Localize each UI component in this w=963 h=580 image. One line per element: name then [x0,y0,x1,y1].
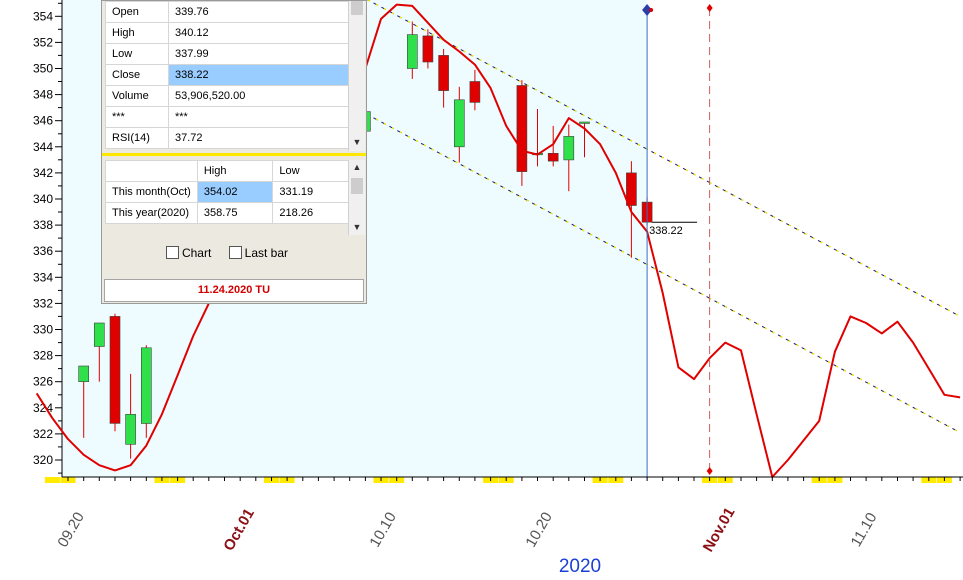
y-tick-label: 350 [33,62,53,76]
y-tick-label: 352 [33,35,53,49]
options-row: Chart Last bar [102,245,366,260]
x-tick-label: 09.20 [54,509,87,550]
candle-up [78,365,89,382]
y-tick-label: 334 [33,270,53,284]
range-header-row: High Low [105,160,349,182]
x-tick-label: 10.20 [522,509,555,550]
candle-up [563,136,575,161]
cursor-dot-icon [649,8,654,12]
y-tick-label: 332 [33,296,53,310]
weekend-marker [44,477,60,483]
date-bar: 11.24.2020 TU [104,279,364,302]
y-tick-label: 340 [33,192,53,206]
candle-up [406,34,418,69]
chart-checkbox-label: Chart [181,245,212,260]
scroll-down-icon[interactable]: ▼ [349,137,365,147]
candle-down [469,81,481,103]
scrollbar-thumb[interactable] [351,178,363,194]
y-axis: 354 352 350 348 346 344 342 340 338 336 334 332 330 3… [33,0,63,477]
candle-down [516,85,528,172]
quote-row: Open 339.76 [105,1,349,23]
candle-down [109,316,121,424]
info-panel[interactable]: Open 339.76 High 340.12 Low 337.99 Close 338… [101,0,367,304]
quote-row: Close 338.22 [105,64,349,86]
scroll-up-icon[interactable]: ▲ [349,162,365,172]
y-tick-label: 348 [33,88,53,102]
y-tick-label: 328 [33,349,53,363]
y-tick-label: 322 [33,427,53,441]
quote-row: Low 337.99 [105,43,349,65]
range-row: This month(Oct) 354.02 331.19 [105,181,349,203]
year-label: 2020 [558,556,602,577]
y-tick-label: 344 [33,140,53,154]
y-tick-label: 330 [33,323,53,337]
quote-row: *** *** [105,106,349,128]
x-tick-label: Nov.01 [700,505,739,555]
y-tick-label: 336 [33,244,53,258]
x-axis: 09.20 Oct.01 10.10 10.20 Nov.01 11.10 [54,476,963,555]
candle-down [438,55,449,91]
range-scrollbar[interactable]: ▲ ▼ [348,160,365,235]
quote-table: Open 339.76 High 340.12 Low 337.99 Close 338… [105,1,349,149]
last-bar-checkbox-label: Last bar [244,245,289,260]
x-tick-label: 11.10 [848,510,881,550]
quote-scrollbar[interactable]: ▼ [348,1,365,151]
x-tick-label: 10.10 [366,509,399,550]
scrollbar-thumb[interactable] [351,1,363,15]
x-tick-label: Oct.01 [220,506,258,554]
candle-up [453,99,465,148]
y-tick-label: 346 [33,114,53,128]
weekend-markers [44,477,952,483]
y-tick-label: 354 [33,9,53,23]
candle-up [579,121,590,124]
chart-checkbox[interactable] [165,246,179,260]
y-tick-label: 320 [33,453,53,467]
y-tick-label: 326 [33,375,53,389]
candle-down [422,35,434,63]
candle-up [125,413,136,445]
candle-down [547,153,559,162]
quote-row: RSI(14) 37.72 [105,127,349,149]
range-table: High Low This month(Oct) 354.02 331.19 T… [105,160,349,224]
candle-up [94,322,105,347]
scroll-down-icon[interactable]: ▼ [349,222,365,232]
y-tick-label: 342 [33,166,53,180]
last-close-label: 338.22 [649,225,683,237]
panel-separator [102,153,366,156]
y-tick-label: 338 [33,218,53,232]
range-row: This year(2020) 358.75 218.26 [105,202,349,224]
quote-row: High 340.12 [105,22,349,44]
last-bar-checkbox[interactable] [228,246,242,260]
candle-up [141,347,152,424]
quote-row: Volume 53,906,520.00 [105,85,349,107]
